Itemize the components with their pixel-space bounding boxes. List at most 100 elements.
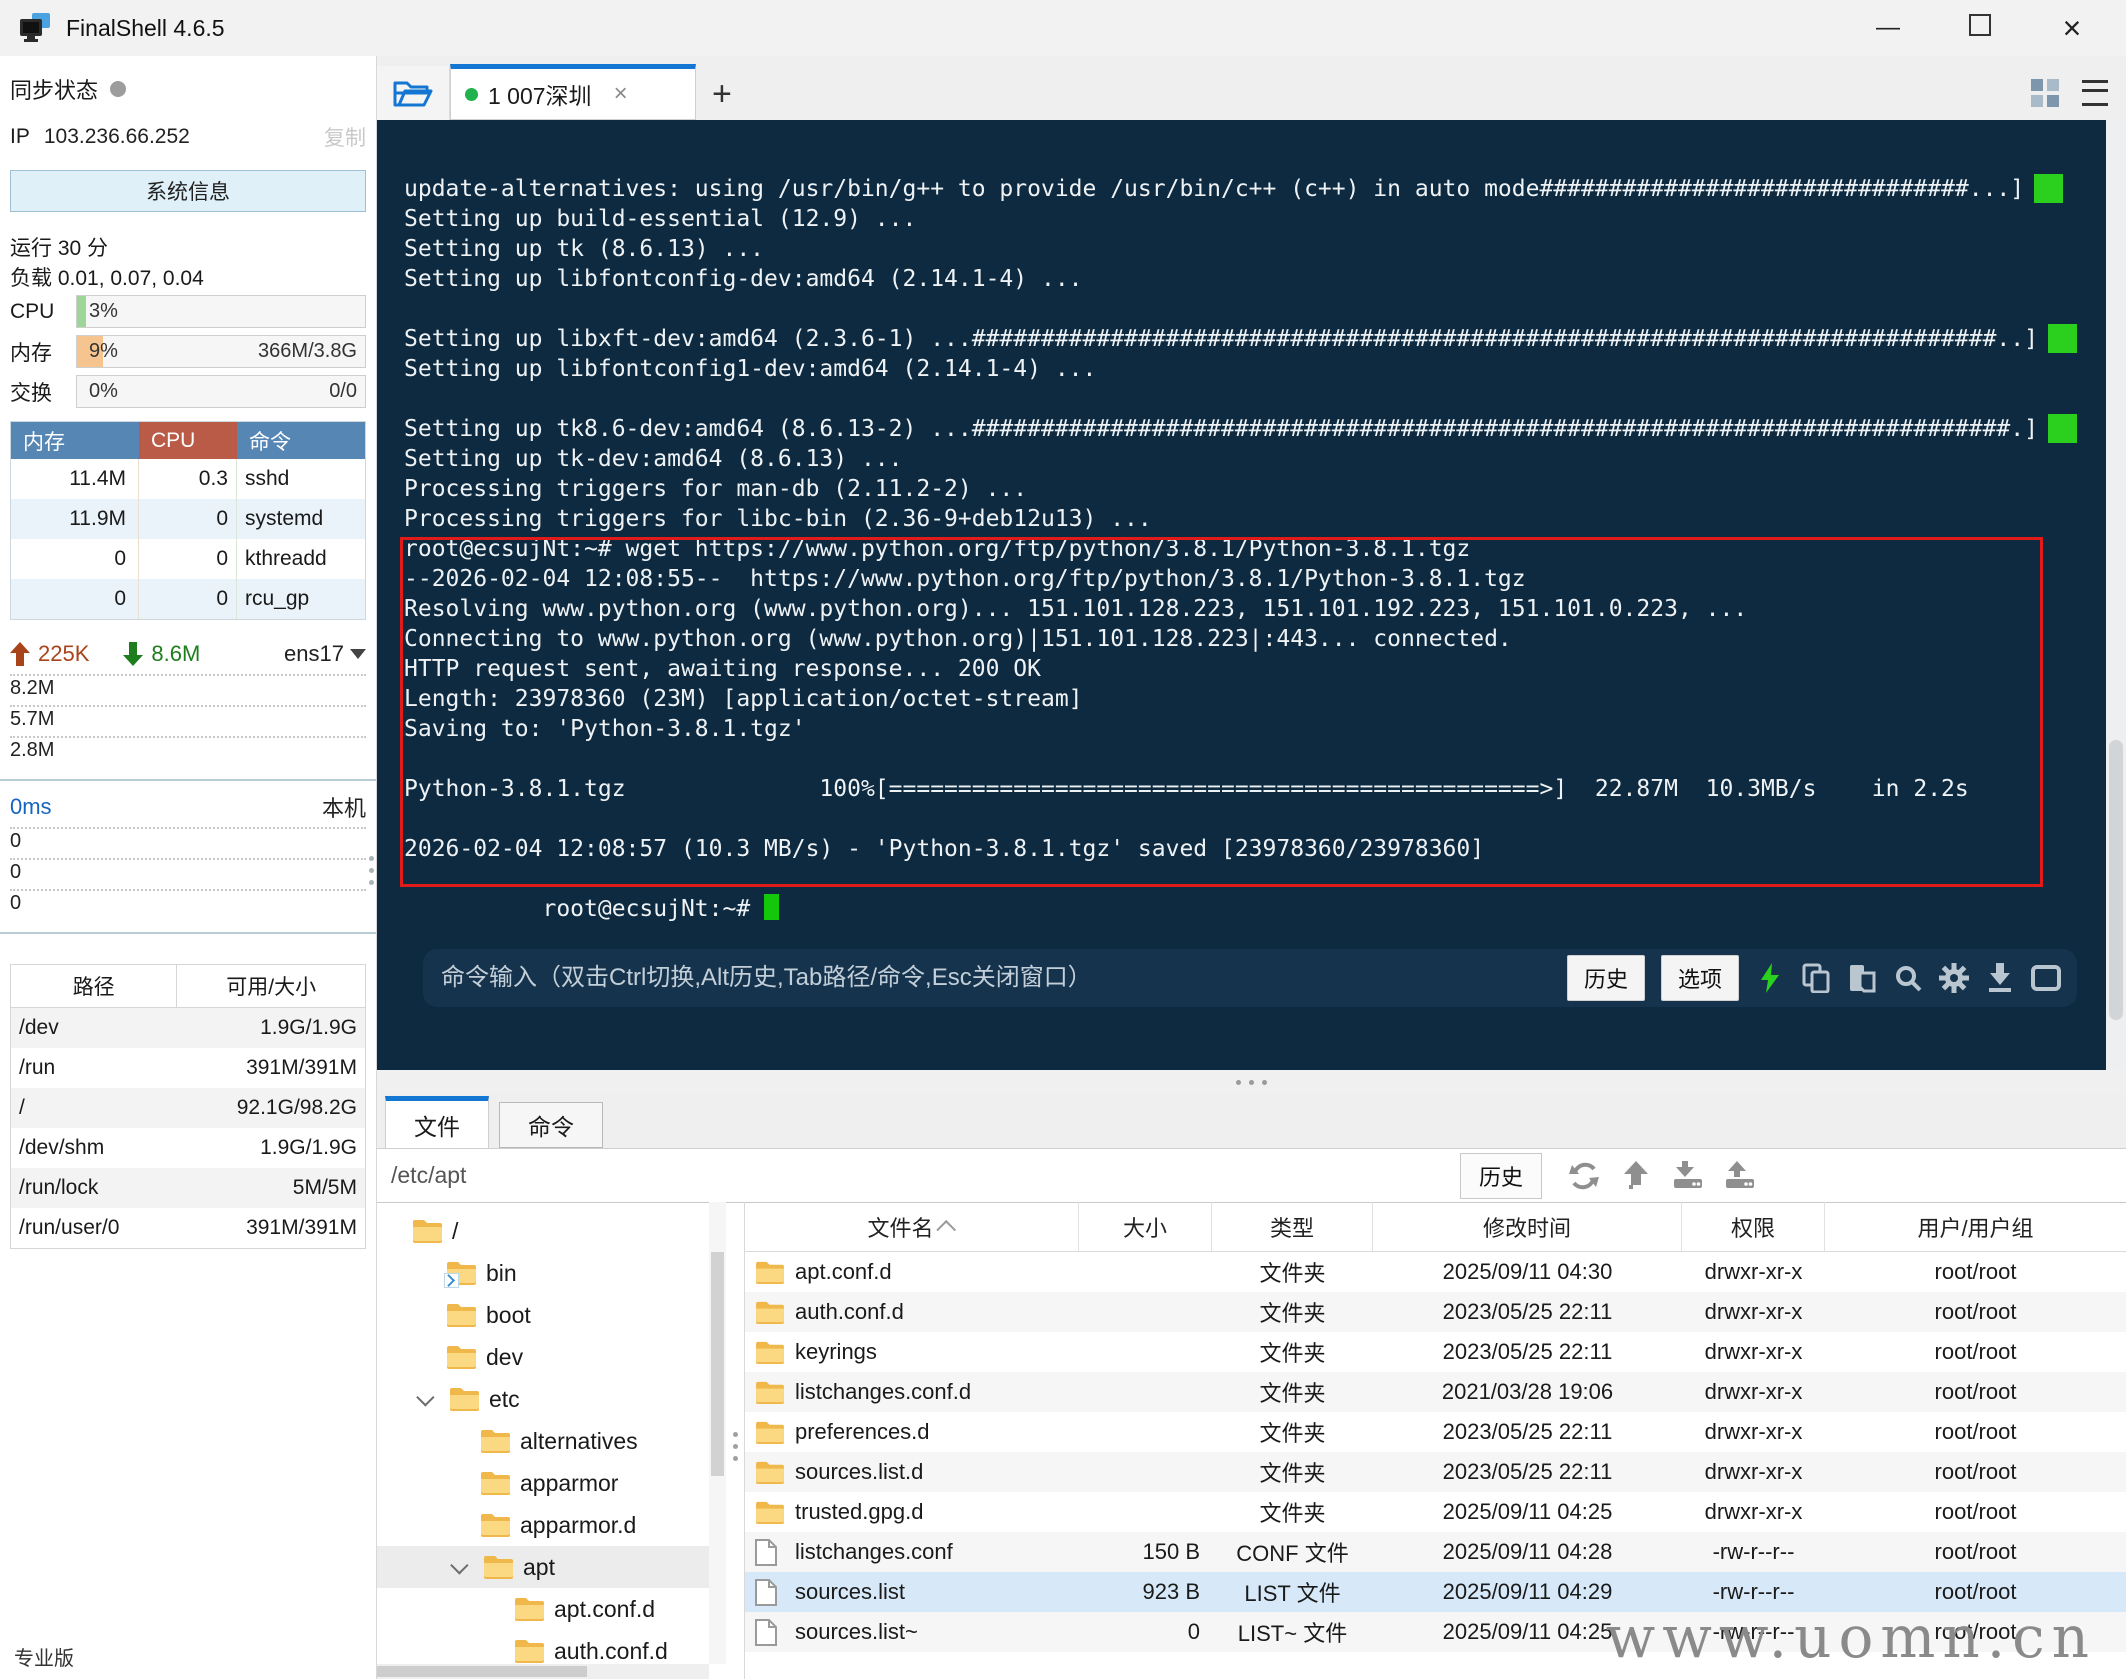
settings-gear-icon[interactable] — [1939, 963, 1969, 993]
parent-directory-icon[interactable] — [1620, 1160, 1652, 1192]
col-filename[interactable]: 文件名 — [745, 1202, 1079, 1251]
file-row[interactable]: listchanges.conf 150 B CONF 文件 2025/09/1… — [745, 1532, 2126, 1572]
open-connection-button[interactable] — [377, 66, 450, 120]
tree-item[interactable]: bin — [377, 1252, 717, 1294]
folder-icon — [514, 1596, 545, 1622]
tree-item-label: apt.conf.d — [554, 1596, 655, 1623]
copy-ip-button[interactable]: 复制 — [324, 122, 366, 152]
tree-item[interactable]: apt.conf.d — [377, 1588, 717, 1630]
file-row[interactable]: preferences.d 文件夹 2023/05/25 22:11 drwxr… — [745, 1412, 2126, 1452]
folder-icon — [446, 1302, 477, 1328]
disk-row[interactable]: /dev/shm 1.9G/1.9G — [11, 1128, 365, 1168]
process-col-command[interactable]: 命令 — [237, 422, 365, 459]
horizontal-splitter-handle[interactable] — [377, 1070, 2126, 1094]
disk-row[interactable]: /run/lock 5M/5M — [11, 1168, 365, 1208]
system-info-button[interactable]: 系统信息 — [10, 170, 366, 212]
terminal[interactable]: update-alternatives: using /usr/bin/g++ … — [377, 120, 2126, 1070]
search-icon[interactable] — [1893, 963, 1923, 993]
tree-table-splitter-handle[interactable] — [733, 1432, 738, 1461]
col-permissions[interactable]: 权限 — [1682, 1202, 1825, 1251]
expand-chevron-icon[interactable] — [414, 1393, 440, 1406]
tree-hscrollbar-thumb[interactable] — [377, 1666, 587, 1677]
process-row[interactable]: 0 0 rcu_gp — [11, 579, 365, 619]
tree-item[interactable]: etc — [377, 1378, 717, 1420]
file-row[interactable]: listchanges.conf.d 文件夹 2021/03/28 19:06 … — [745, 1372, 2126, 1412]
tree-item[interactable]: auth.conf.d — [377, 1630, 717, 1664]
tab-close-icon[interactable]: × — [614, 80, 628, 108]
file-permissions: drwxr-xr-x — [1682, 1372, 1825, 1412]
process-row[interactable]: 0 0 kthreadd — [11, 539, 365, 579]
command-input-bar: 历史 选项 — [423, 949, 2077, 1007]
copy-icon[interactable] — [1801, 963, 1831, 993]
terminal-line — [404, 384, 2096, 414]
session-tab-active[interactable]: 1 007深圳 × — [450, 64, 696, 120]
folder-icon — [480, 1470, 511, 1496]
disk-col-path[interactable]: 路径 — [11, 965, 177, 1007]
interface-selector[interactable]: ens17 — [284, 641, 366, 667]
menu-icon[interactable] — [2082, 80, 2108, 106]
file-owner: root/root — [1825, 1532, 2126, 1572]
process-col-cpu[interactable]: CPU — [139, 422, 237, 459]
file-type: LIST 文件 — [1212, 1572, 1373, 1612]
file-row[interactable]: auth.conf.d 文件夹 2023/05/25 22:11 drwxr-x… — [745, 1292, 2126, 1332]
minimize-button[interactable]: — — [1868, 14, 1908, 42]
tab-commands[interactable]: 命令 — [499, 1102, 603, 1148]
history-button[interactable]: 历史 — [1567, 955, 1645, 1001]
tab-files[interactable]: 文件 — [385, 1096, 489, 1148]
process-col-memory[interactable]: 内存 — [11, 422, 139, 459]
disk-row[interactable]: / 92.1G/98.2G — [11, 1088, 365, 1128]
disk-row[interactable]: /run 391M/391M — [11, 1048, 365, 1088]
process-cpu: 0.3 — [139, 459, 237, 499]
layout-grid-icon[interactable] — [2030, 78, 2060, 108]
disk-row[interactable]: /dev 1.9G/1.9G — [11, 1008, 365, 1048]
file-owner: root/root — [1825, 1292, 2126, 1332]
new-window-icon[interactable] — [2031, 963, 2061, 993]
process-row[interactable]: 11.4M 0.3 sshd — [11, 459, 365, 499]
terminal-line: Saving to: 'Python-3.8.1.tgz' — [404, 714, 2096, 744]
tree-horizontal-scrollbar[interactable] — [377, 1664, 709, 1679]
session-tab-bar: 1 007深圳 × + — [377, 56, 2126, 120]
file-row[interactable]: keyrings 文件夹 2023/05/25 22:11 drwxr-xr-x… — [745, 1332, 2126, 1372]
command-input[interactable] — [439, 963, 1551, 993]
file-row[interactable]: trusted.gpg.d 文件夹 2025/09/11 04:25 drwxr… — [745, 1492, 2126, 1532]
process-row[interactable]: 11.9M 0 systemd — [11, 499, 365, 539]
col-type[interactable]: 类型 — [1212, 1202, 1373, 1251]
tree-item[interactable]: alternatives — [377, 1420, 717, 1462]
download-file-icon[interactable] — [1672, 1160, 1704, 1192]
file-row[interactable]: apt.conf.d 文件夹 2025/09/11 04:30 drwxr-xr… — [745, 1252, 2126, 1292]
terminal-scrollbar[interactable] — [2106, 120, 2126, 1070]
file-history-button[interactable]: 历史 — [1460, 1153, 1542, 1199]
tree-item[interactable]: / — [377, 1210, 717, 1252]
tree-item[interactable]: boot — [377, 1294, 717, 1336]
col-size[interactable]: 大小 — [1079, 1202, 1212, 1251]
upload-file-icon[interactable] — [1724, 1160, 1756, 1192]
add-tab-button[interactable]: + — [712, 75, 732, 120]
folder-icon — [449, 1386, 480, 1412]
tree-item[interactable]: apt — [377, 1546, 717, 1588]
maximize-button[interactable] — [1960, 14, 2000, 43]
quick-command-icon[interactable] — [1755, 963, 1785, 993]
refresh-icon[interactable] — [1568, 1160, 1600, 1192]
download-icon[interactable] — [1985, 963, 2015, 993]
terminal-scrollbar-thumb[interactable] — [2109, 740, 2123, 1020]
tree-item[interactable]: apparmor — [377, 1462, 717, 1504]
col-owner[interactable]: 用户/用户组 — [1825, 1202, 2126, 1251]
close-button[interactable]: × — [2052, 10, 2092, 47]
tree-scrollbar[interactable] — [709, 1202, 726, 1664]
options-button[interactable]: 选项 — [1661, 955, 1739, 1001]
sidebar-splitter-handle[interactable] — [369, 856, 374, 885]
expand-chevron-icon[interactable] — [448, 1561, 474, 1574]
terminal-line: Resolving www.python.org (www.python.org… — [404, 594, 2096, 624]
tree-scrollbar-thumb[interactable] — [711, 1252, 724, 1476]
tree-item[interactable]: dev — [377, 1336, 717, 1378]
disk-row[interactable]: /run/user/0 391M/391M — [11, 1208, 365, 1248]
tree-item[interactable]: apparmor.d — [377, 1504, 717, 1546]
sync-status-dot — [110, 81, 126, 97]
ping-host-label[interactable]: 本机 — [322, 791, 366, 823]
paste-icon[interactable] — [1847, 963, 1877, 993]
current-path[interactable]: /etc/apt — [377, 1162, 1460, 1189]
file-table-header: 文件名 大小 类型 修改时间 权限 用户/用户组 — [745, 1202, 2126, 1252]
col-mtime[interactable]: 修改时间 — [1373, 1202, 1682, 1251]
disk-col-size[interactable]: 可用/大小 — [177, 965, 365, 1007]
file-row[interactable]: sources.list.d 文件夹 2023/05/25 22:11 drwx… — [745, 1452, 2126, 1492]
